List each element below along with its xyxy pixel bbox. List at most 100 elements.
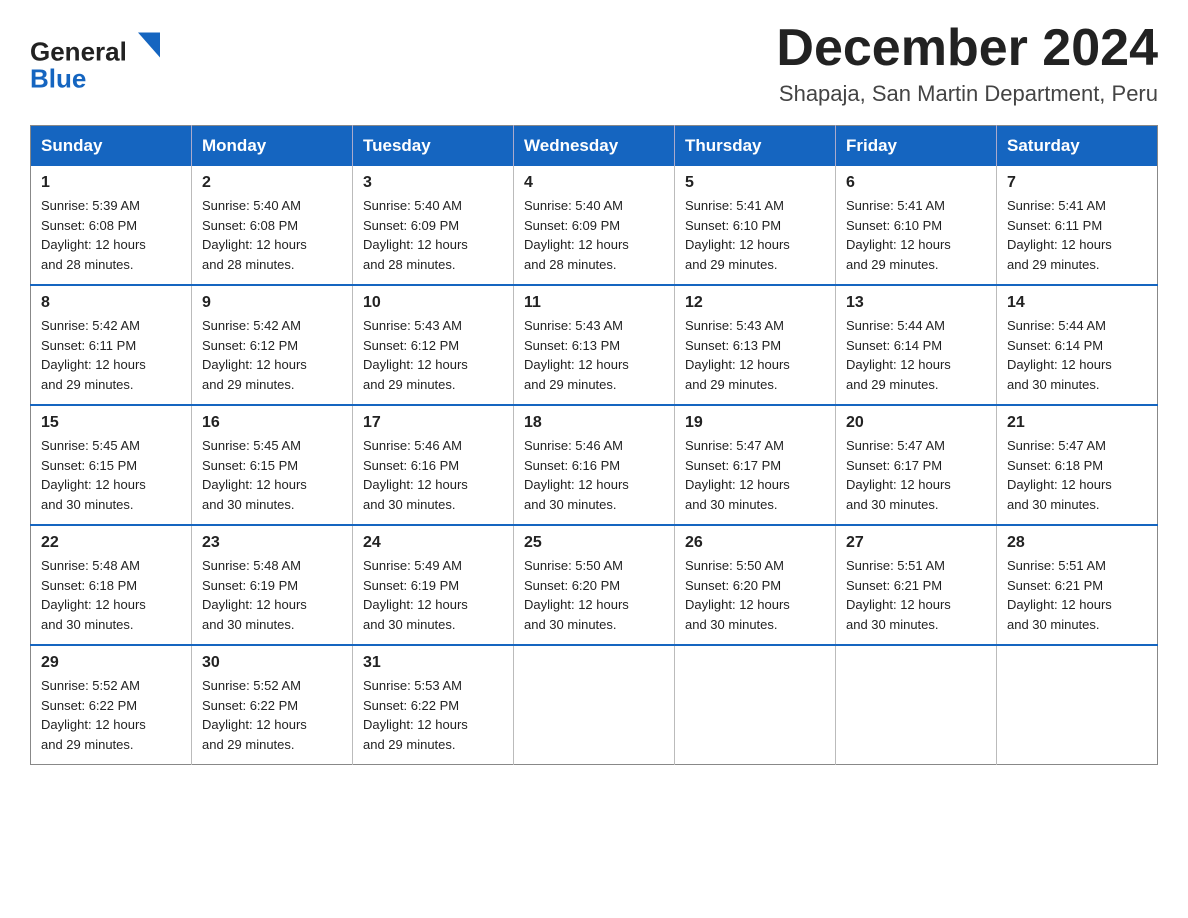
calendar-cell: 8 Sunrise: 5:42 AM Sunset: 6:11 PM Dayli…: [31, 285, 192, 405]
day-info: Sunrise: 5:40 AM Sunset: 6:09 PM Dayligh…: [524, 196, 664, 274]
day-number: 30: [202, 654, 342, 672]
weekday-header-thursday: Thursday: [675, 126, 836, 167]
calendar-cell: 17 Sunrise: 5:46 AM Sunset: 6:16 PM Dayl…: [353, 405, 514, 525]
logo-svg: General Blue: [30, 20, 160, 100]
logo: General Blue: [30, 20, 160, 100]
day-number: 23: [202, 534, 342, 552]
calendar-cell: 22 Sunrise: 5:48 AM Sunset: 6:18 PM Dayl…: [31, 525, 192, 645]
day-info: Sunrise: 5:46 AM Sunset: 6:16 PM Dayligh…: [524, 436, 664, 514]
day-number: 24: [363, 534, 503, 552]
day-info: Sunrise: 5:46 AM Sunset: 6:16 PM Dayligh…: [363, 436, 503, 514]
calendar-cell: 3 Sunrise: 5:40 AM Sunset: 6:09 PM Dayli…: [353, 166, 514, 285]
calendar-week-2: 8 Sunrise: 5:42 AM Sunset: 6:11 PM Dayli…: [31, 285, 1158, 405]
day-info: Sunrise: 5:47 AM Sunset: 6:18 PM Dayligh…: [1007, 436, 1147, 514]
day-number: 31: [363, 654, 503, 672]
day-info: Sunrise: 5:49 AM Sunset: 6:19 PM Dayligh…: [363, 556, 503, 634]
weekday-header-sunday: Sunday: [31, 126, 192, 167]
day-info: Sunrise: 5:40 AM Sunset: 6:08 PM Dayligh…: [202, 196, 342, 274]
calendar-cell: 23 Sunrise: 5:48 AM Sunset: 6:19 PM Dayl…: [192, 525, 353, 645]
day-number: 11: [524, 294, 664, 312]
calendar-cell: 4 Sunrise: 5:40 AM Sunset: 6:09 PM Dayli…: [514, 166, 675, 285]
calendar-cell: [675, 645, 836, 765]
day-info: Sunrise: 5:52 AM Sunset: 6:22 PM Dayligh…: [202, 676, 342, 754]
calendar-cell: 21 Sunrise: 5:47 AM Sunset: 6:18 PM Dayl…: [997, 405, 1158, 525]
weekday-header-wednesday: Wednesday: [514, 126, 675, 167]
day-number: 7: [1007, 174, 1147, 192]
day-number: 26: [685, 534, 825, 552]
svg-text:Blue: Blue: [30, 64, 86, 94]
day-info: Sunrise: 5:47 AM Sunset: 6:17 PM Dayligh…: [846, 436, 986, 514]
day-number: 10: [363, 294, 503, 312]
day-number: 21: [1007, 414, 1147, 432]
day-number: 25: [524, 534, 664, 552]
day-info: Sunrise: 5:42 AM Sunset: 6:11 PM Dayligh…: [41, 316, 181, 394]
day-info: Sunrise: 5:50 AM Sunset: 6:20 PM Dayligh…: [685, 556, 825, 634]
weekday-header-saturday: Saturday: [997, 126, 1158, 167]
month-title: December 2024: [776, 20, 1158, 77]
weekday-header-tuesday: Tuesday: [353, 126, 514, 167]
day-number: 2: [202, 174, 342, 192]
day-info: Sunrise: 5:50 AM Sunset: 6:20 PM Dayligh…: [524, 556, 664, 634]
day-info: Sunrise: 5:39 AM Sunset: 6:08 PM Dayligh…: [41, 196, 181, 274]
calendar-cell: 16 Sunrise: 5:45 AM Sunset: 6:15 PM Dayl…: [192, 405, 353, 525]
day-info: Sunrise: 5:43 AM Sunset: 6:13 PM Dayligh…: [524, 316, 664, 394]
day-number: 6: [846, 174, 986, 192]
calendar-cell: 31 Sunrise: 5:53 AM Sunset: 6:22 PM Dayl…: [353, 645, 514, 765]
day-number: 27: [846, 534, 986, 552]
day-info: Sunrise: 5:42 AM Sunset: 6:12 PM Dayligh…: [202, 316, 342, 394]
calendar-cell: 24 Sunrise: 5:49 AM Sunset: 6:19 PM Dayl…: [353, 525, 514, 645]
calendar-week-1: 1 Sunrise: 5:39 AM Sunset: 6:08 PM Dayli…: [31, 166, 1158, 285]
day-number: 15: [41, 414, 181, 432]
location-title: Shapaja, San Martin Department, Peru: [776, 81, 1158, 107]
calendar-cell: 5 Sunrise: 5:41 AM Sunset: 6:10 PM Dayli…: [675, 166, 836, 285]
day-number: 29: [41, 654, 181, 672]
calendar-cell: 9 Sunrise: 5:42 AM Sunset: 6:12 PM Dayli…: [192, 285, 353, 405]
calendar-cell: 2 Sunrise: 5:40 AM Sunset: 6:08 PM Dayli…: [192, 166, 353, 285]
calendar-cell: 15 Sunrise: 5:45 AM Sunset: 6:15 PM Dayl…: [31, 405, 192, 525]
calendar-cell: 30 Sunrise: 5:52 AM Sunset: 6:22 PM Dayl…: [192, 645, 353, 765]
calendar-cell: 7 Sunrise: 5:41 AM Sunset: 6:11 PM Dayli…: [997, 166, 1158, 285]
day-number: 13: [846, 294, 986, 312]
calendar-cell: [836, 645, 997, 765]
calendar-cell: 1 Sunrise: 5:39 AM Sunset: 6:08 PM Dayli…: [31, 166, 192, 285]
day-info: Sunrise: 5:47 AM Sunset: 6:17 PM Dayligh…: [685, 436, 825, 514]
calendar-table: SundayMondayTuesdayWednesdayThursdayFrid…: [30, 125, 1158, 765]
day-info: Sunrise: 5:43 AM Sunset: 6:13 PM Dayligh…: [685, 316, 825, 394]
day-number: 8: [41, 294, 181, 312]
day-number: 5: [685, 174, 825, 192]
day-info: Sunrise: 5:48 AM Sunset: 6:18 PM Dayligh…: [41, 556, 181, 634]
calendar-cell: 29 Sunrise: 5:52 AM Sunset: 6:22 PM Dayl…: [31, 645, 192, 765]
calendar-cell: 6 Sunrise: 5:41 AM Sunset: 6:10 PM Dayli…: [836, 166, 997, 285]
calendar-cell: 18 Sunrise: 5:46 AM Sunset: 6:16 PM Dayl…: [514, 405, 675, 525]
calendar-cell: 27 Sunrise: 5:51 AM Sunset: 6:21 PM Dayl…: [836, 525, 997, 645]
calendar-cell: 28 Sunrise: 5:51 AM Sunset: 6:21 PM Dayl…: [997, 525, 1158, 645]
day-number: 14: [1007, 294, 1147, 312]
calendar-cell: 13 Sunrise: 5:44 AM Sunset: 6:14 PM Dayl…: [836, 285, 997, 405]
weekday-header-friday: Friday: [836, 126, 997, 167]
day-info: Sunrise: 5:52 AM Sunset: 6:22 PM Dayligh…: [41, 676, 181, 754]
calendar-cell: 14 Sunrise: 5:44 AM Sunset: 6:14 PM Dayl…: [997, 285, 1158, 405]
day-info: Sunrise: 5:51 AM Sunset: 6:21 PM Dayligh…: [846, 556, 986, 634]
calendar-cell: 26 Sunrise: 5:50 AM Sunset: 6:20 PM Dayl…: [675, 525, 836, 645]
day-info: Sunrise: 5:45 AM Sunset: 6:15 PM Dayligh…: [202, 436, 342, 514]
calendar-cell: 25 Sunrise: 5:50 AM Sunset: 6:20 PM Dayl…: [514, 525, 675, 645]
title-block: December 2024 Shapaja, San Martin Depart…: [776, 20, 1158, 107]
calendar-cell: [997, 645, 1158, 765]
svg-text:General: General: [30, 37, 127, 67]
day-number: 17: [363, 414, 503, 432]
day-info: Sunrise: 5:43 AM Sunset: 6:12 PM Dayligh…: [363, 316, 503, 394]
day-number: 18: [524, 414, 664, 432]
day-number: 20: [846, 414, 986, 432]
day-number: 28: [1007, 534, 1147, 552]
day-info: Sunrise: 5:45 AM Sunset: 6:15 PM Dayligh…: [41, 436, 181, 514]
weekday-header-row: SundayMondayTuesdayWednesdayThursdayFrid…: [31, 126, 1158, 167]
day-info: Sunrise: 5:44 AM Sunset: 6:14 PM Dayligh…: [1007, 316, 1147, 394]
calendar-cell: 20 Sunrise: 5:47 AM Sunset: 6:17 PM Dayl…: [836, 405, 997, 525]
day-info: Sunrise: 5:41 AM Sunset: 6:10 PM Dayligh…: [846, 196, 986, 274]
day-number: 22: [41, 534, 181, 552]
day-number: 4: [524, 174, 664, 192]
day-number: 3: [363, 174, 503, 192]
page-header: General Blue December 2024 Shapaja, San …: [30, 20, 1158, 107]
day-info: Sunrise: 5:48 AM Sunset: 6:19 PM Dayligh…: [202, 556, 342, 634]
calendar-week-3: 15 Sunrise: 5:45 AM Sunset: 6:15 PM Dayl…: [31, 405, 1158, 525]
